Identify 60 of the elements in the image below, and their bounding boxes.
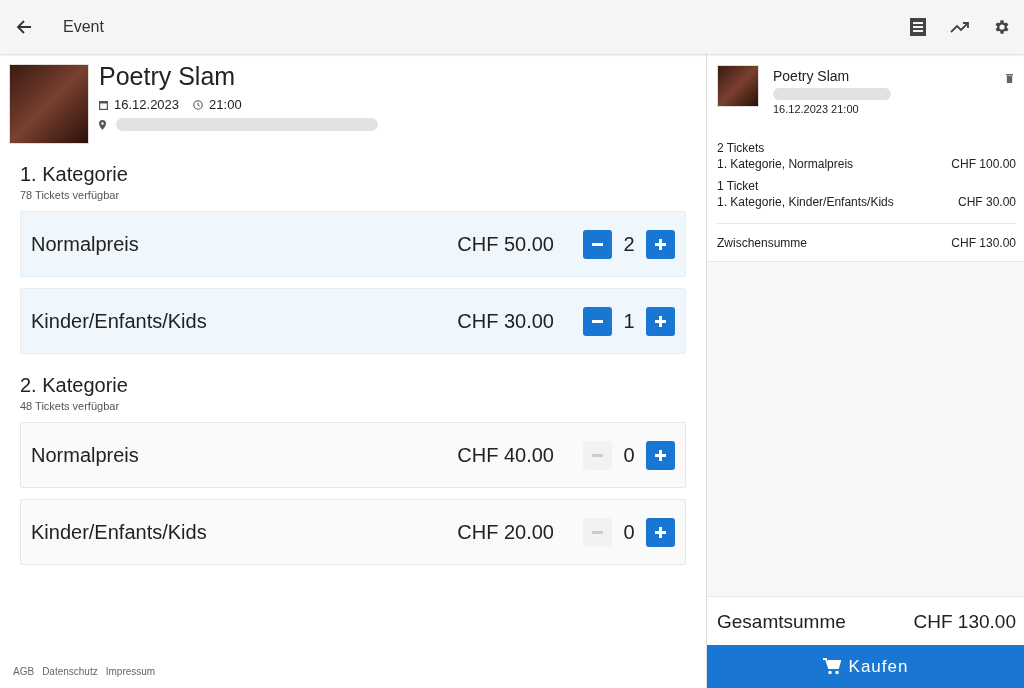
plus-icon [655,526,666,538]
footer-link[interactable]: Datenschutz [42,666,98,677]
ticket-count: 1 Ticket [717,179,760,193]
quantity: 0 [622,520,636,544]
minus-icon [592,319,603,323]
trash-icon[interactable] [1006,74,1013,83]
buy-button[interactable]: Kaufen [707,645,1024,688]
ticket-name: Normalpreis [31,443,140,467]
increase-button[interactable] [646,517,675,547]
plus-icon [655,315,666,327]
plus-icon [655,238,666,250]
ticket-price: CHF 50.00 [457,232,554,256]
event-time: 21:00 [209,97,242,112]
settings-icon[interactable] [993,18,1011,36]
ticket-name: Kinder/Enfants/Kids [31,520,208,544]
cart-icon [822,658,841,675]
category-title: 1. Kategorie [20,163,129,186]
ticket-price: CHF 30.00 [457,309,554,333]
page-title: Event [63,18,104,36]
quantity: 2 [622,232,636,256]
photo-placeholder [717,65,759,107]
clock-icon [193,99,204,110]
plus-icon [655,449,666,461]
subtotal-value: CHF 130.00 [951,236,1016,250]
cart-event-title: Poetry Slam [773,68,851,84]
cart-event-datetime: 16.12.2023 21:00 [773,103,860,115]
quantity: 0 [622,443,636,467]
event-title: Poetry Slam [99,62,237,91]
footer-link[interactable]: Impressum [105,666,156,677]
minus-icon [592,242,603,246]
increase-button[interactable] [646,306,675,336]
decrease-button[interactable] [583,229,612,259]
total-value: CHF 130.00 [913,611,1016,633]
ticket-price: CHF 40.00 [457,443,554,467]
minus-icon [592,453,603,457]
list-icon[interactable] [910,18,926,36]
line-price: CHF 100.00 [951,157,1016,171]
category-title: 2. Kategorie [20,374,129,397]
total-label: Gesamtsumme [717,611,846,633]
ticket-count: 2 Tickets [717,141,766,155]
increase-button[interactable] [646,440,675,470]
availability-text: 78 Tickets verfügbar [20,189,121,201]
quantity: 1 [622,309,636,333]
increase-button[interactable] [646,229,675,259]
line-description: 1. Kategorie, Kinder/Enfants/Kids [717,195,894,209]
event-date: 16.12.2023 [114,97,180,112]
trending-up-icon[interactable] [950,21,969,33]
availability-text: 48 Tickets verfügbar [20,400,121,412]
minus-icon [592,530,603,534]
footer-link[interactable]: AGB [13,666,35,677]
decrease-button[interactable] [583,306,612,336]
line-price: CHF 30.00 [957,195,1016,209]
ticket-price: CHF 20.00 [457,520,554,544]
calendar-icon [99,99,108,110]
subtotal-label: Zwischensumme [717,236,808,250]
line-description: 1. Kategorie, Normalpreis [717,157,854,171]
ticket-name: Kinder/Enfants/Kids [31,309,208,333]
back-arrow-icon[interactable] [16,19,32,35]
location-pin-icon [99,119,106,130]
ticket-name: Normalpreis [31,232,140,256]
